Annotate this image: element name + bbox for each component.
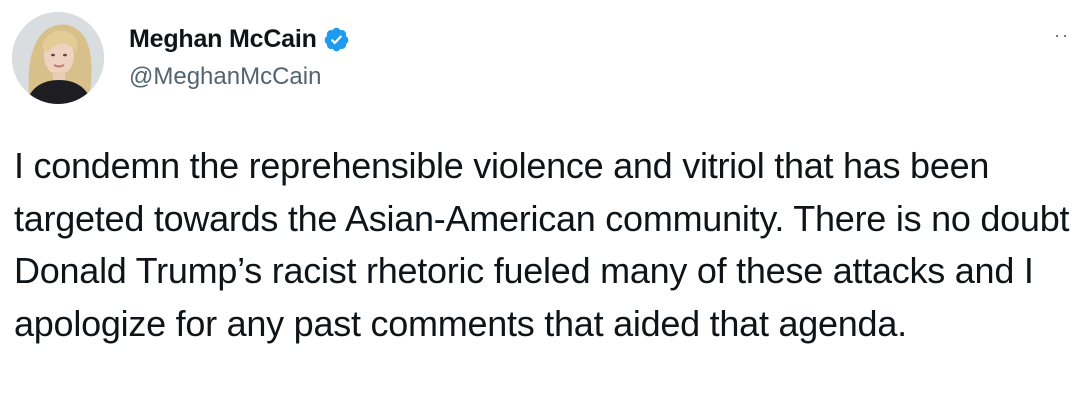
verified-badge-icon: [323, 26, 350, 53]
tweet-text: I condemn the reprehensible violence and…: [14, 145, 1070, 344]
profile-photo: [12, 12, 104, 104]
avatar[interactable]: [12, 12, 104, 104]
more-options-icon[interactable]: ··: [1054, 26, 1070, 44]
author-handle[interactable]: @MeghanMcCain: [129, 63, 321, 91]
author-name-row: Meghan McCain: [129, 22, 350, 56]
display-name[interactable]: Meghan McCain: [129, 25, 317, 54]
tweet-card: Meghan McCain @MeghanMcCain ·· I condemn…: [0, 0, 1080, 411]
